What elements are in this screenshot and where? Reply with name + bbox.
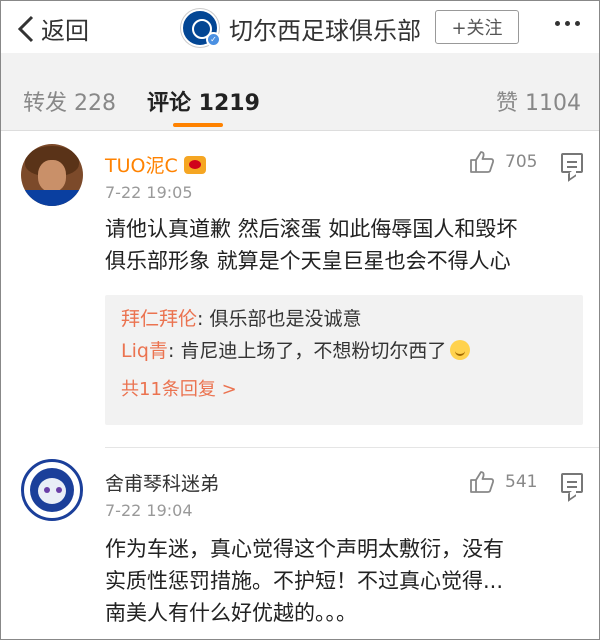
like-count: 541 xyxy=(505,472,538,492)
comment-time: 7-22 19:05 xyxy=(105,183,193,202)
avatar[interactable] xyxy=(21,144,83,206)
like-button[interactable]: 705 xyxy=(469,150,537,174)
thumbs-up-icon xyxy=(470,151,495,173)
avatar[interactable] xyxy=(21,459,83,521)
active-tab-indicator xyxy=(173,123,223,127)
comment-line: 南美人有什么好优越的。。。 xyxy=(105,601,357,625)
vip-crown-icon xyxy=(183,156,206,174)
username-text: TUO泥C xyxy=(105,155,178,177)
comment-time: 7-22 19:04 xyxy=(105,501,193,520)
comment-line: 请他认真道歉 然后滚蛋 如此侮辱国人和毁坏 xyxy=(105,217,518,241)
thumbs-up-icon xyxy=(470,471,495,493)
reply-username[interactable]: Liq青 xyxy=(121,340,168,362)
reply-text: : 肯尼迪上场了，不想粉切尔西了 xyxy=(167,340,447,362)
like-button[interactable]: 541 xyxy=(469,470,537,494)
chevron-left-icon xyxy=(17,15,34,42)
page-title: 切尔西足球俱乐部 xyxy=(229,16,421,45)
reply-username[interactable]: 拜仁拜伦 xyxy=(121,308,197,330)
reply-icon[interactable] xyxy=(561,153,583,173)
more-options-icon[interactable] xyxy=(555,21,580,26)
comment-text: 请他认真道歉 然后滚蛋 如此侮辱国人和毁坏 俱乐部形象 就算是个天皇巨星也会不得… xyxy=(105,213,585,277)
view-all-replies-link[interactable]: 共11条回复 > xyxy=(121,375,567,401)
like-count: 705 xyxy=(505,152,538,172)
follow-button[interactable]: +关注 xyxy=(435,10,519,44)
reply-text: : 俱乐部也是没诚意 xyxy=(197,308,362,330)
comment-line: 实质性惩罚措施。不护短！不过真心觉得... xyxy=(105,569,504,593)
replies-box: 拜仁拜伦: 俱乐部也是没诚意 Liq青: 肯尼迪上场了，不想粉切尔西了 共11条… xyxy=(105,295,583,425)
comment-username[interactable]: 舍甫琴科迷弟 xyxy=(105,469,219,496)
smile-emoji-icon xyxy=(450,340,471,360)
verified-icon: ✓ xyxy=(206,32,221,47)
tab-comments[interactable]: 评论 1219 xyxy=(147,85,260,117)
comment-text: 作为车迷，真心觉得这个声明太敷衍，没有 实质性惩罚措施。不护短！不过真心觉得..… xyxy=(105,533,585,629)
comment-line: 作为车迷，真心觉得这个声明太敷衍，没有 xyxy=(105,537,504,561)
tab-bar: 转发 228 评论 1219 赞 1104 xyxy=(1,53,599,131)
reply-item[interactable]: Liq青: 肯尼迪上场了，不想粉切尔西了 xyxy=(121,335,567,367)
reply-icon[interactable] xyxy=(561,473,583,493)
back-button[interactable]: 返回 xyxy=(17,11,89,46)
reply-item[interactable]: 拜仁拜伦: 俱乐部也是没诚意 xyxy=(121,303,567,335)
top-bar: 返回 ✓ 切尔西足球俱乐部 +关注 xyxy=(1,1,599,53)
tab-reposts[interactable]: 转发 228 xyxy=(23,85,116,117)
tab-likes[interactable]: 赞 1104 xyxy=(496,85,581,117)
comment-username[interactable]: TUO泥C xyxy=(105,151,206,178)
back-label: 返回 xyxy=(41,17,89,45)
chelsea-logo-avatar: ✓ xyxy=(181,9,221,47)
divider xyxy=(105,447,599,448)
account-header[interactable]: ✓ 切尔西足球俱乐部 xyxy=(181,9,421,47)
comment-line: 俱乐部形象 就算是个天皇巨星也会不得人心 xyxy=(105,249,511,273)
